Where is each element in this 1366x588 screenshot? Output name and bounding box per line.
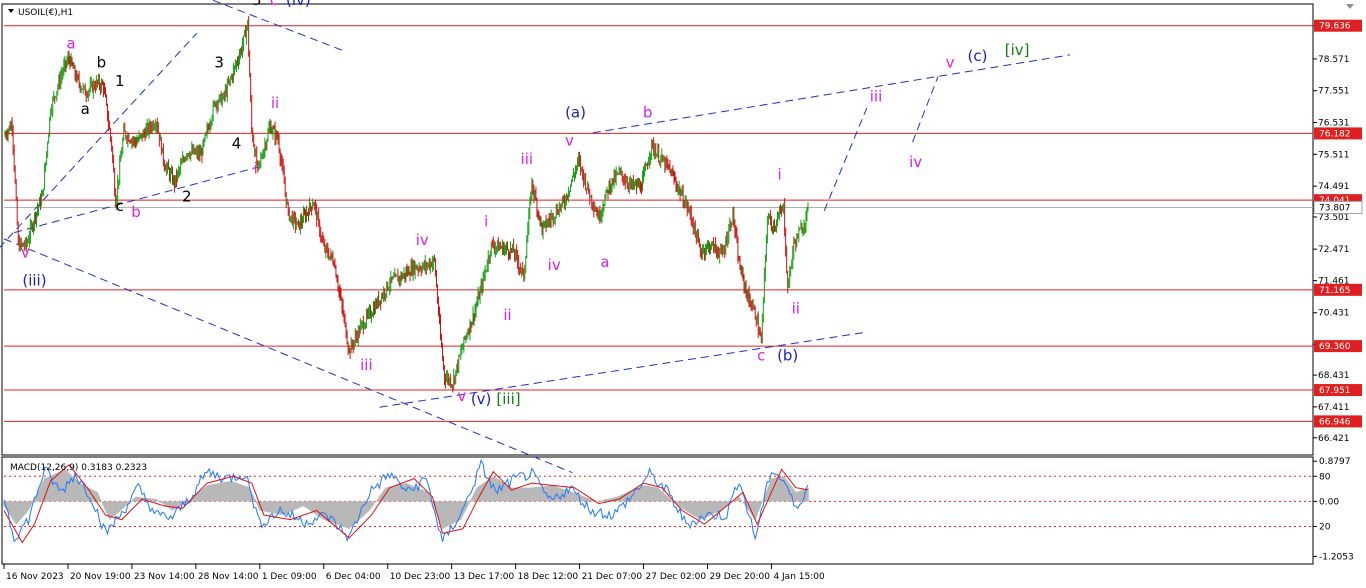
current-price-label: 73.807: [1319, 203, 1351, 213]
macd-axis: 0.8797 80 0.00 20 -1.2053: [1313, 457, 1354, 562]
wave-label: 1: [115, 72, 125, 90]
level-badge-label: 69.360: [1319, 342, 1351, 352]
wave-label: b: [131, 203, 141, 221]
wave-label: a: [81, 100, 90, 118]
time-tick-label: 28 Nov 14:00: [198, 572, 259, 582]
wave-label: iii: [870, 88, 883, 106]
level-badge-label: 79.636: [1319, 22, 1351, 32]
price-tick-label: 76.531: [1318, 119, 1350, 129]
price-tick-label: 73.501: [1318, 213, 1350, 223]
macd-tick-label: 0.8797: [1319, 457, 1351, 467]
macd-label: MACD(12,26,9) 0.3183 0.2323: [10, 463, 147, 473]
wave-label: [iv]: [1005, 41, 1030, 59]
level-badge-label: 76.182: [1319, 129, 1351, 139]
price-tick-label: 68.431: [1318, 371, 1350, 381]
macd-tick-label: 0.00: [1319, 497, 1339, 507]
macd-tick-label: 80: [1319, 472, 1331, 482]
wave-label: 4: [232, 134, 242, 152]
wave-label: a: [66, 35, 75, 53]
price-tick-label: 72.471: [1318, 245, 1350, 255]
wave-label: [iii]: [496, 390, 520, 408]
wave-label: v: [946, 53, 955, 71]
scroll-marker-icon[interactable]: [1346, 4, 1354, 9]
time-tick-label: 23 Nov 14:00: [134, 572, 195, 582]
level-badge-label: 67.951: [1319, 386, 1351, 396]
price-tick-label: 78.571: [1318, 55, 1350, 65]
wave-label: iv: [416, 231, 429, 249]
time-tick-label: 16 Nov 2023: [6, 572, 64, 582]
time-tick-label: 4 Jan 15:00: [773, 572, 825, 582]
price-axis: 79.636 78.571 77.551 76.531 75.511 74.491 73.5…: [1313, 19, 1363, 444]
wave-label: (a): [565, 103, 586, 121]
wave-label: (b): [777, 346, 798, 364]
wave-label: c: [116, 197, 124, 215]
wave-label: (c): [968, 47, 988, 65]
level-badge-label: 71.165: [1319, 286, 1351, 296]
time-tick-label: 1 Dec 09:00: [262, 572, 317, 582]
time-axis: 16 Nov 2023 20 Nov 19:00 23 Nov 14:00 28 No…: [3, 564, 825, 582]
wave-label: 5: [252, 0, 262, 9]
wave-label: (v): [471, 390, 492, 408]
wave-label: iii: [521, 150, 534, 168]
wave-label: v: [21, 244, 30, 262]
symbol-label: USOIL(€),H1: [18, 8, 73, 18]
time-tick-label: 27 Dec 02:00: [646, 572, 707, 582]
wave-label: b: [643, 103, 653, 121]
price-tick-label: 75.511: [1318, 150, 1350, 160]
time-tick-label: 21 Dec 07:00: [582, 572, 643, 582]
wave-label: c: [757, 346, 765, 364]
wave-label: iv: [909, 153, 922, 171]
wave-label: i: [777, 166, 781, 184]
price-tick-label: 74.491: [1318, 182, 1350, 192]
price-tick-label: 66.421: [1318, 434, 1350, 444]
wave-label: i: [254, 159, 258, 177]
level-badge-label: 66.946: [1319, 417, 1351, 427]
time-tick-label: 29 Dec 20:00: [709, 572, 770, 582]
chart-canvas: ab1ac b2345 c (iv)iiiv(iii)iviiiv (v) [iii]ii…: [0, 0, 1363, 582]
wave-label: ii: [792, 300, 800, 318]
wave-label: ii: [271, 94, 279, 112]
wave-label: c: [270, 0, 278, 9]
time-tick-label: 13 Dec 17:00: [454, 572, 515, 582]
wave-label: i: [484, 212, 488, 230]
wave-label: (iv): [286, 0, 311, 9]
wave-label: v: [565, 131, 574, 149]
time-tick-label: 6 Dec 04:00: [326, 572, 381, 582]
wave-label: iii: [360, 356, 373, 374]
time-tick-label: 10 Dec 23:00: [390, 572, 451, 582]
macd-panel-frame: [1, 456, 1314, 565]
wave-label: 3: [214, 53, 224, 71]
wave-label: v: [457, 387, 466, 405]
macd-tick-label: -1.2053: [1319, 552, 1354, 562]
price-tick-label: 70.431: [1318, 309, 1350, 319]
wave-label: b: [97, 53, 107, 71]
main-panel-frame: [1, 3, 1314, 456]
wave-label: (iii): [22, 272, 46, 290]
time-tick-label: 20 Nov 19:00: [70, 572, 131, 582]
wave-label: iv: [548, 256, 561, 274]
macd-tick-label: 20: [1319, 522, 1331, 532]
wave-label: a: [600, 253, 609, 271]
price-tick-label: 77.551: [1318, 87, 1350, 97]
time-tick-label: 18 Dec 12:00: [518, 572, 579, 582]
price-tick-label: 67.411: [1318, 403, 1350, 413]
wave-label: 2: [182, 187, 192, 205]
wave-label: ii: [503, 306, 511, 324]
